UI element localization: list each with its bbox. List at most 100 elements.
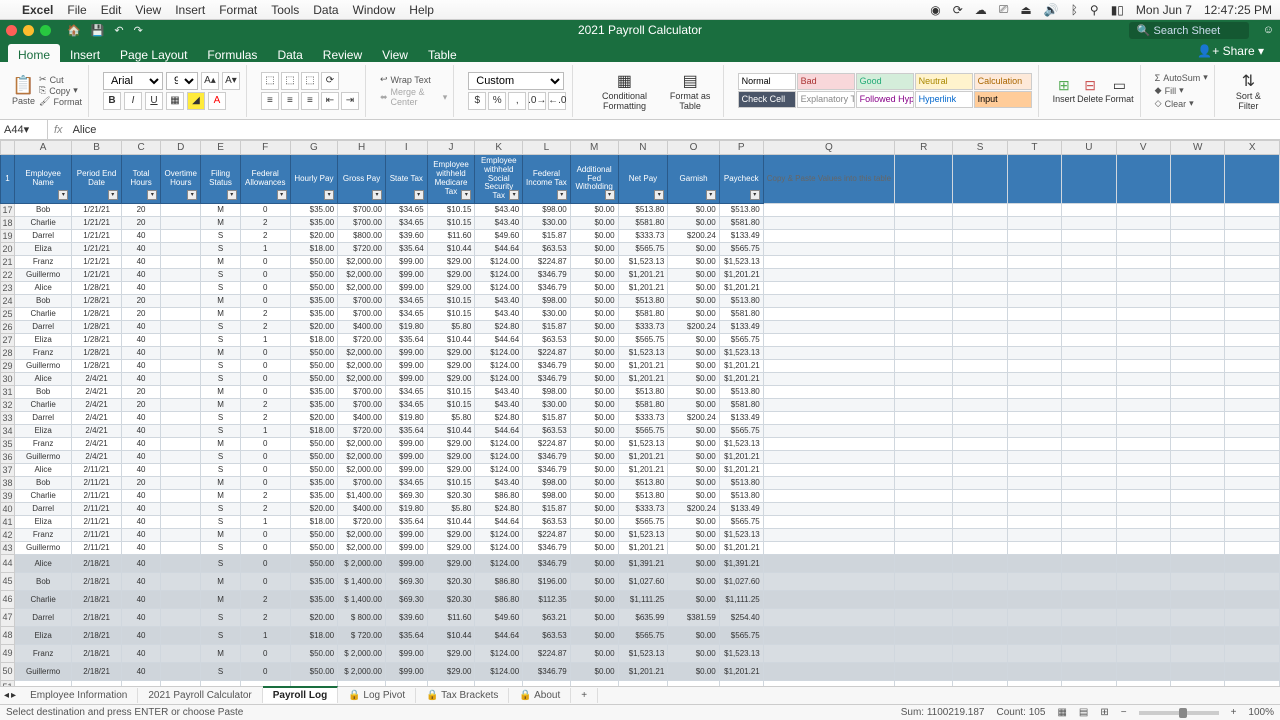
cell[interactable]: 40 xyxy=(121,268,161,281)
cell[interactable]: $124.00 xyxy=(475,281,523,294)
zoom-in-icon[interactable]: + xyxy=(1231,707,1237,718)
cell[interactable] xyxy=(161,294,201,307)
cell[interactable]: M xyxy=(201,489,241,502)
cell[interactable]: 0 xyxy=(240,385,290,398)
cell[interactable]: $20.30 xyxy=(427,489,475,502)
cell[interactable]: 20 xyxy=(121,294,161,307)
cell[interactable]: $346.79 xyxy=(523,463,571,476)
cell[interactable]: $2,000.00 xyxy=(338,541,386,554)
cell[interactable]: 2 xyxy=(240,398,290,411)
cell[interactable]: $69.30 xyxy=(386,572,428,590)
cell[interactable]: $700.00 xyxy=(338,307,386,320)
cell[interactable]: $29.00 xyxy=(427,541,475,554)
cell[interactable]: $2,000.00 xyxy=(338,346,386,359)
cell[interactable]: M xyxy=(201,572,241,590)
cell[interactable]: $2,000.00 xyxy=(338,528,386,541)
app-name[interactable]: Excel xyxy=(22,3,53,17)
cell[interactable]: $0.00 xyxy=(570,294,618,307)
cell[interactable]: S xyxy=(201,424,241,437)
cell[interactable]: 2/18/21 xyxy=(72,644,121,662)
cell[interactable]: $635.99 xyxy=(618,608,668,626)
cell[interactable]: 1 xyxy=(240,424,290,437)
cell[interactable]: $133.49 xyxy=(719,320,763,333)
cell[interactable]: 40 xyxy=(121,463,161,476)
cell[interactable]: $50.00 xyxy=(290,359,337,372)
cell[interactable]: Charlie xyxy=(14,216,71,229)
cell[interactable]: M xyxy=(201,437,241,450)
view-break-icon[interactable]: ⊞ xyxy=(1100,707,1108,718)
cell[interactable]: $513.80 xyxy=(618,489,668,502)
filter-icon[interactable]: ▾ xyxy=(706,190,716,200)
cell[interactable]: $50.00 xyxy=(290,281,337,294)
cell[interactable]: $224.87 xyxy=(523,255,571,268)
cell[interactable]: 40 xyxy=(121,359,161,372)
cell[interactable]: $581.80 xyxy=(719,216,763,229)
row-header[interactable]: 21 xyxy=(1,255,15,268)
cell[interactable]: $0.00 xyxy=(668,450,719,463)
cell[interactable]: $44.64 xyxy=(475,424,523,437)
cell[interactable]: $381.59 xyxy=(668,608,719,626)
cell[interactable]: $50.00 xyxy=(290,268,337,281)
cell[interactable]: $18.00 xyxy=(290,626,337,644)
insert-cells-button[interactable]: ⊞Insert xyxy=(1053,77,1076,104)
cut-button[interactable]: ✂ Cut xyxy=(39,74,82,85)
cell[interactable]: $34.65 xyxy=(386,385,428,398)
cell[interactable]: $24.80 xyxy=(475,411,523,424)
cell[interactable]: M xyxy=(201,644,241,662)
cell[interactable]: $0.00 xyxy=(570,346,618,359)
undo-icon[interactable]: ↶ xyxy=(114,24,123,37)
search-sheet-input[interactable]: 🔍 Search Sheet xyxy=(1129,22,1249,39)
cell[interactable]: $43.40 xyxy=(475,398,523,411)
cell[interactable]: $196.00 xyxy=(523,572,571,590)
table-header[interactable]: Gross Pay▾ xyxy=(338,155,386,204)
row-header[interactable]: 43 xyxy=(1,541,15,554)
col-header-E[interactable]: E xyxy=(201,141,241,155)
cell[interactable]: $124.00 xyxy=(475,662,523,680)
cell[interactable]: $0.00 xyxy=(668,203,719,216)
cell[interactable]: $10.15 xyxy=(427,294,475,307)
cell[interactable]: $ 800.00 xyxy=(338,608,386,626)
cell[interactable]: $0.00 xyxy=(570,515,618,528)
cell[interactable]: $35.00 xyxy=(290,398,337,411)
table-header[interactable]: Federal Income Tax▾ xyxy=(523,155,571,204)
cell[interactable]: 0 xyxy=(240,662,290,680)
sheet-tab-payroll-log[interactable]: Payroll Log xyxy=(263,686,338,703)
cell[interactable]: $200.24 xyxy=(668,502,719,515)
cell[interactable]: $2,000.00 xyxy=(338,268,386,281)
cell[interactable]: $720.00 xyxy=(338,333,386,346)
cell[interactable]: $0.00 xyxy=(570,216,618,229)
cell[interactable]: $0.00 xyxy=(668,644,719,662)
user-icon[interactable]: ☺ xyxy=(1263,24,1274,36)
filter-icon[interactable]: ▾ xyxy=(187,190,197,200)
cell[interactable]: $1,400.00 xyxy=(338,489,386,502)
col-header-N[interactable]: N xyxy=(618,141,668,155)
cell[interactable]: $513.80 xyxy=(618,294,668,307)
cell[interactable]: S xyxy=(201,541,241,554)
row-header[interactable]: 39 xyxy=(1,489,15,502)
cell[interactable]: 2/11/21 xyxy=(72,502,121,515)
cell[interactable]: $5.80 xyxy=(427,320,475,333)
cell[interactable]: Alice xyxy=(14,372,71,385)
cell[interactable]: $2,000.00 xyxy=(338,255,386,268)
cell[interactable]: $15.87 xyxy=(523,229,571,242)
clear-button[interactable]: ◇ Clear ▾ xyxy=(1155,98,1208,109)
mac-menu-view[interactable]: View xyxy=(135,3,161,17)
cell[interactable]: Bob xyxy=(14,572,71,590)
sort-filter-button[interactable]: ⇅Sort & Filter xyxy=(1229,71,1268,111)
cell[interactable]: 2/18/21 xyxy=(72,626,121,644)
cell[interactable]: $15.87 xyxy=(523,411,571,424)
cell[interactable]: $99.00 xyxy=(386,528,428,541)
cell[interactable]: 40 xyxy=(121,346,161,359)
cell[interactable]: $99.00 xyxy=(386,554,428,572)
row-header[interactable]: 40 xyxy=(1,502,15,515)
cell[interactable]: $35.00 xyxy=(290,216,337,229)
cell[interactable]: 40 xyxy=(121,242,161,255)
cell[interactable]: $1,391.21 xyxy=(719,554,763,572)
cell[interactable]: Eliza xyxy=(14,242,71,255)
cell[interactable]: 20 xyxy=(121,398,161,411)
cell[interactable]: $1,201.21 xyxy=(719,463,763,476)
cell[interactable]: $98.00 xyxy=(523,294,571,307)
cell[interactable]: $29.00 xyxy=(427,372,475,385)
cell[interactable]: $0.00 xyxy=(668,463,719,476)
cell[interactable]: $346.79 xyxy=(523,450,571,463)
